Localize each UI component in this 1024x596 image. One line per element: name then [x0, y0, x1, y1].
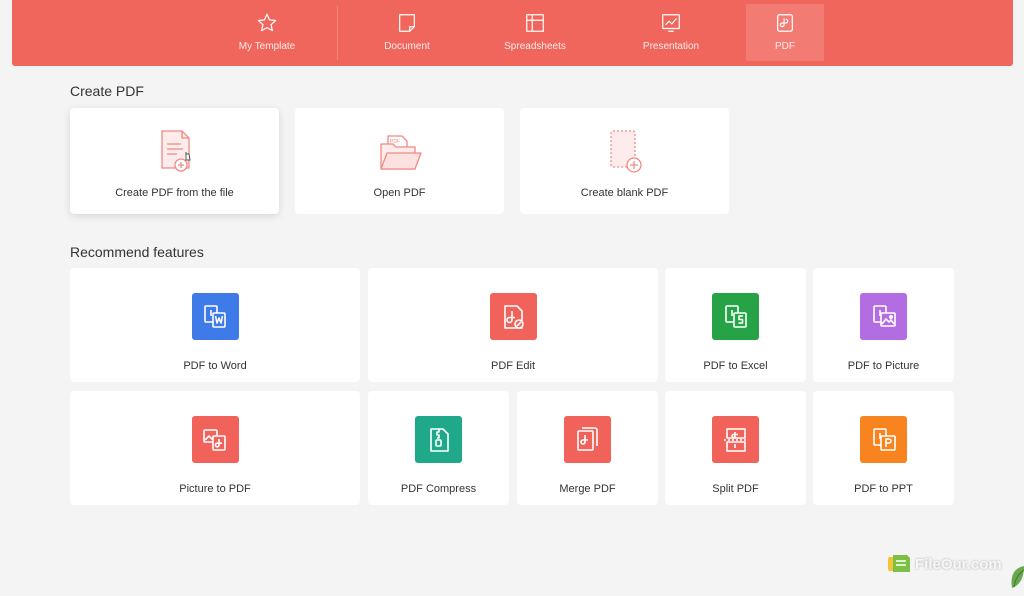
tab-label: Spreadsheets [504, 41, 566, 52]
card-label: PDF to Picture [847, 360, 920, 372]
open-pdf-card[interactable]: PDF Open PDF [295, 108, 504, 214]
pdf-edit-card[interactable]: PDF Edit [368, 268, 658, 382]
tab-label: Document [384, 41, 430, 52]
card-label: Split PDF [712, 483, 759, 495]
card-label: Picture to PDF [179, 483, 251, 495]
card-label: Open PDF [373, 187, 426, 199]
document-icon [399, 14, 415, 32]
blank-pdf-icon [609, 130, 642, 173]
card-label: PDF to PPT [854, 483, 913, 495]
pdf-to-excel-card[interactable]: PDF to Excel [665, 268, 806, 382]
pdf-icon [777, 14, 793, 32]
tab-divider [337, 6, 338, 60]
tab-spreadsheets[interactable]: Spreadsheets [485, 4, 585, 61]
tab-document[interactable]: Document [357, 4, 457, 61]
pdf-compress-card[interactable]: PDF Compress [368, 391, 509, 505]
card-label: PDF to Excel [703, 360, 768, 372]
card-label: PDF to Word [183, 360, 247, 372]
card-label: Merge PDF [559, 483, 616, 495]
create-blank-pdf-card[interactable]: Create blank PDF [520, 108, 729, 214]
split-pdf-card[interactable]: Split PDF [665, 391, 806, 505]
pdf-to-word-card[interactable]: PDF to Word [70, 268, 360, 382]
tab-my-template[interactable]: My Template [217, 4, 317, 61]
tab-label: Presentation [642, 41, 700, 52]
split-pdf-icon [712, 416, 759, 463]
star-icon [257, 13, 277, 32]
pdf-to-excel-icon [712, 293, 759, 340]
fileour-watermark: FileOur.com [887, 553, 1002, 575]
spreadsheet-icon [526, 14, 544, 32]
pdf-from-file-icon [160, 130, 191, 172]
pdf-compress-icon [415, 416, 462, 463]
merge-pdf-card[interactable]: Merge PDF [517, 391, 658, 505]
tab-label: My Template [238, 41, 296, 52]
pdf-to-ppt-icon [860, 416, 907, 463]
presentation-icon [662, 14, 680, 32]
card-label: Create PDF from the file [115, 187, 234, 199]
pdf-to-word-icon [191, 293, 239, 340]
tab-pdf[interactable]: PDF [746, 4, 824, 61]
fileour-logo-icon [888, 555, 910, 572]
card-label: Create blank PDF [580, 187, 669, 199]
tab-presentation[interactable]: Presentation [621, 4, 721, 61]
tab-label: PDF [775, 41, 795, 52]
picture-to-pdf-icon [191, 416, 239, 463]
leaf-decoration-icon [1011, 566, 1024, 588]
watermark-text: FileOur.com [915, 555, 1002, 573]
recommend-features-heading: Recommend features [70, 244, 204, 260]
create-pdf-from-file-card[interactable]: Create PDF from the file [70, 108, 279, 214]
open-pdf-folder-icon: PDF [379, 135, 422, 170]
card-label: PDF Compress [400, 483, 477, 495]
pdf-to-picture-icon [860, 293, 907, 340]
pdf-to-ppt-card[interactable]: PDF to PPT [813, 391, 954, 505]
card-label: PDF Edit [490, 360, 535, 372]
top-tab-bar: My Template Document Spreadsheets Presen… [12, 0, 1013, 66]
create-pdf-heading: Create PDF [70, 83, 144, 99]
pdf-edit-icon [489, 293, 537, 340]
picture-to-pdf-card[interactable]: Picture to PDF [70, 391, 360, 505]
merge-pdf-icon [564, 416, 611, 463]
pdf-to-picture-card[interactable]: PDF to Picture [813, 268, 954, 382]
